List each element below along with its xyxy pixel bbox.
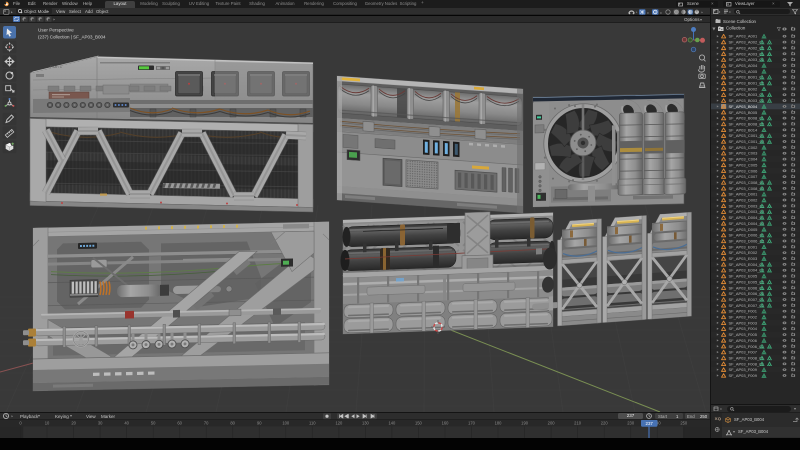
svg-text:SF_AP03_F008_01: SF_AP03_F008_01 bbox=[729, 355, 765, 360]
svg-text:SF_AP03_A003_01: SF_AP03_A003_01 bbox=[729, 51, 765, 56]
svg-text:User Perspective: User Perspective bbox=[38, 28, 74, 33]
svg-text:SF_AP03_A005: SF_AP03_A005 bbox=[729, 69, 758, 74]
svg-text:SF_AP03_B002: SF_AP03_B002 bbox=[729, 86, 758, 91]
svg-text:SF_AP03_D004_01: SF_AP03_D004_01 bbox=[729, 215, 765, 220]
svg-text:SF_AP03_F001: SF_AP03_F001 bbox=[729, 309, 758, 314]
svg-text:SF_AP03_E007_02: SF_AP03_E007_02 bbox=[729, 303, 765, 308]
svg-text:SF_AP03_D002: SF_AP03_D002 bbox=[729, 198, 759, 203]
svg-text:190: 190 bbox=[521, 421, 529, 426]
svg-text:SF_AP03_B003_01: SF_AP03_B003_01 bbox=[729, 92, 765, 97]
svg-text:SF_AP03_A001: SF_AP03_A001 bbox=[729, 34, 758, 39]
svg-text:SF_AP03_F009: SF_AP03_F009 bbox=[729, 373, 758, 378]
svg-text:SF_AP03_C007: SF_AP03_C007 bbox=[729, 174, 759, 179]
svg-text:237: 237 bbox=[646, 421, 654, 426]
svg-text:150: 150 bbox=[415, 421, 423, 426]
svg-text:SF_AP03_B001_02: SF_AP03_B001_02 bbox=[729, 81, 765, 86]
svg-text:70: 70 bbox=[204, 421, 209, 426]
svg-text:SF_AP03_E003: SF_AP03_E003 bbox=[729, 256, 758, 261]
svg-text:SF_AP03_C001_01: SF_AP03_C001_01 bbox=[729, 133, 765, 138]
svg-text:SF_AP03_C002: SF_AP03_C002 bbox=[729, 145, 759, 150]
svg-text:SF_AP03_F007: SF_AP03_F007 bbox=[729, 350, 758, 355]
svg-text:SF_AP03_B004: SF_AP03_B004 bbox=[729, 104, 758, 109]
svg-text:SF_AP03_A002_01: SF_AP03_A002_01 bbox=[729, 40, 765, 45]
svg-text:170: 170 bbox=[468, 421, 476, 426]
svg-text:SF_AP03_E002: SF_AP03_E002 bbox=[729, 250, 758, 255]
svg-text:FX6-1: FX6-1 bbox=[50, 66, 63, 70]
svg-text:SF_AP03_E001: SF_AP03_E001 bbox=[729, 244, 758, 249]
svg-text:160: 160 bbox=[442, 421, 450, 426]
svg-text:(237) Collection | SF_AP03_B00: (237) Collection | SF_AP03_B004 bbox=[38, 35, 106, 40]
svg-text:30: 30 bbox=[98, 421, 103, 426]
svg-text:50: 50 bbox=[151, 421, 156, 426]
svg-text:120: 120 bbox=[335, 421, 343, 426]
svg-text:SF_AP03_F006_02: SF_AP03_F006_02 bbox=[729, 344, 765, 349]
svg-text:SF_AP03_B001_01: SF_AP03_B001_01 bbox=[729, 75, 765, 80]
svg-text:100: 100 bbox=[282, 421, 290, 426]
svg-text:SF_AP03_E004_02: SF_AP03_E004_02 bbox=[729, 268, 765, 273]
svg-text:Scene Collection: Scene Collection bbox=[723, 19, 757, 24]
svg-text:SF_AP03_B008_02: SF_AP03_B008_02 bbox=[729, 121, 765, 126]
svg-text:SF_AP03_A002_02: SF_AP03_A002_02 bbox=[729, 45, 765, 50]
svg-text:10: 10 bbox=[45, 421, 50, 426]
svg-text:SF_AP03_D001: SF_AP03_D001 bbox=[729, 192, 759, 197]
svg-text:80: 80 bbox=[230, 421, 235, 426]
svg-text:SF_AP03_C004: SF_AP03_C004 bbox=[729, 157, 759, 162]
svg-text:200: 200 bbox=[548, 421, 556, 426]
svg-text:Collection: Collection bbox=[726, 25, 746, 30]
svg-text:SF_AP03_C003: SF_AP03_C003 bbox=[729, 151, 759, 156]
svg-text:SF_AP03_D006_02: SF_AP03_D006_02 bbox=[729, 238, 765, 243]
svg-text:SF_AP03_A003_02: SF_AP03_A003_02 bbox=[729, 57, 765, 62]
svg-text:180: 180 bbox=[495, 421, 503, 426]
svg-text:130: 130 bbox=[362, 421, 370, 426]
svg-text:SF_AP03_D003_01: SF_AP03_D003_01 bbox=[729, 203, 765, 208]
svg-text:SF_AP03_E007_01: SF_AP03_E007_01 bbox=[729, 297, 765, 302]
svg-text:SF_AP03_D006_01: SF_AP03_D006_01 bbox=[729, 233, 765, 238]
svg-text:SF_AP03_B014: SF_AP03_B014 bbox=[729, 127, 758, 132]
svg-text:250: 250 bbox=[680, 421, 688, 426]
svg-text:SF_AP03_D005: SF_AP03_D005 bbox=[729, 227, 759, 232]
svg-text:60: 60 bbox=[177, 421, 182, 426]
svg-text:230: 230 bbox=[627, 421, 635, 426]
svg-text:110: 110 bbox=[309, 421, 316, 426]
svg-text:SF_AP03_F009: SF_AP03_F009 bbox=[729, 367, 758, 372]
svg-text:220: 220 bbox=[601, 421, 609, 426]
svg-text:SF_AP03_C008_02: SF_AP03_C008_02 bbox=[729, 186, 765, 191]
svg-text:SF_AP03_F004: SF_AP03_F004 bbox=[729, 326, 758, 331]
svg-text:SF_AP03_C001_02: SF_AP03_C001_02 bbox=[729, 139, 765, 144]
svg-text:90: 90 bbox=[257, 421, 262, 426]
svg-text:210: 210 bbox=[574, 421, 582, 426]
svg-text:SF_AP03_D004_02: SF_AP03_D004_02 bbox=[729, 221, 765, 226]
svg-text:SF_AP03_E006_01: SF_AP03_E006_01 bbox=[729, 285, 765, 290]
svg-text:SF_AP03_B003_02: SF_AP03_B003_02 bbox=[729, 98, 765, 103]
svg-text:SF_AP03_F002: SF_AP03_F002 bbox=[729, 315, 758, 320]
svg-text:SF_AP03_F005: SF_AP03_F005 bbox=[729, 332, 758, 337]
svg-text:SF_AP03_C005: SF_AP03_C005 bbox=[729, 162, 759, 167]
svg-text:SF_AP03_E004_01: SF_AP03_E004_01 bbox=[729, 262, 765, 267]
svg-text:20: 20 bbox=[71, 421, 76, 426]
svg-text:SF_AP03_F006: SF_AP03_F006 bbox=[729, 338, 758, 343]
svg-text:SF_AP03_A004: SF_AP03_A004 bbox=[729, 63, 758, 68]
svg-text:SF_AP03_F003: SF_AP03_F003 bbox=[729, 320, 758, 325]
svg-text:SF_AP03_B008_01: SF_AP03_B008_01 bbox=[729, 116, 765, 121]
svg-text:SF_AP03_B005: SF_AP03_B005 bbox=[729, 110, 758, 115]
svg-text:40: 40 bbox=[124, 421, 129, 426]
svg-text:SF_AP03_F008_02: SF_AP03_F008_02 bbox=[729, 361, 765, 366]
svg-text:SF_AP03_E005: SF_AP03_E005 bbox=[729, 274, 758, 279]
svg-text:SF_AP03_E006_02: SF_AP03_E006_02 bbox=[729, 291, 765, 296]
svg-text:140: 140 bbox=[388, 421, 396, 426]
svg-text:SF_AP03_D003_02: SF_AP03_D003_02 bbox=[729, 209, 765, 214]
svg-text:SF_AP03_C006: SF_AP03_C006 bbox=[729, 168, 759, 173]
svg-text:SF_AP03_C008_01: SF_AP03_C008_01 bbox=[729, 180, 765, 185]
svg-text:SF_AP03_E005_02: SF_AP03_E005_02 bbox=[729, 279, 765, 284]
